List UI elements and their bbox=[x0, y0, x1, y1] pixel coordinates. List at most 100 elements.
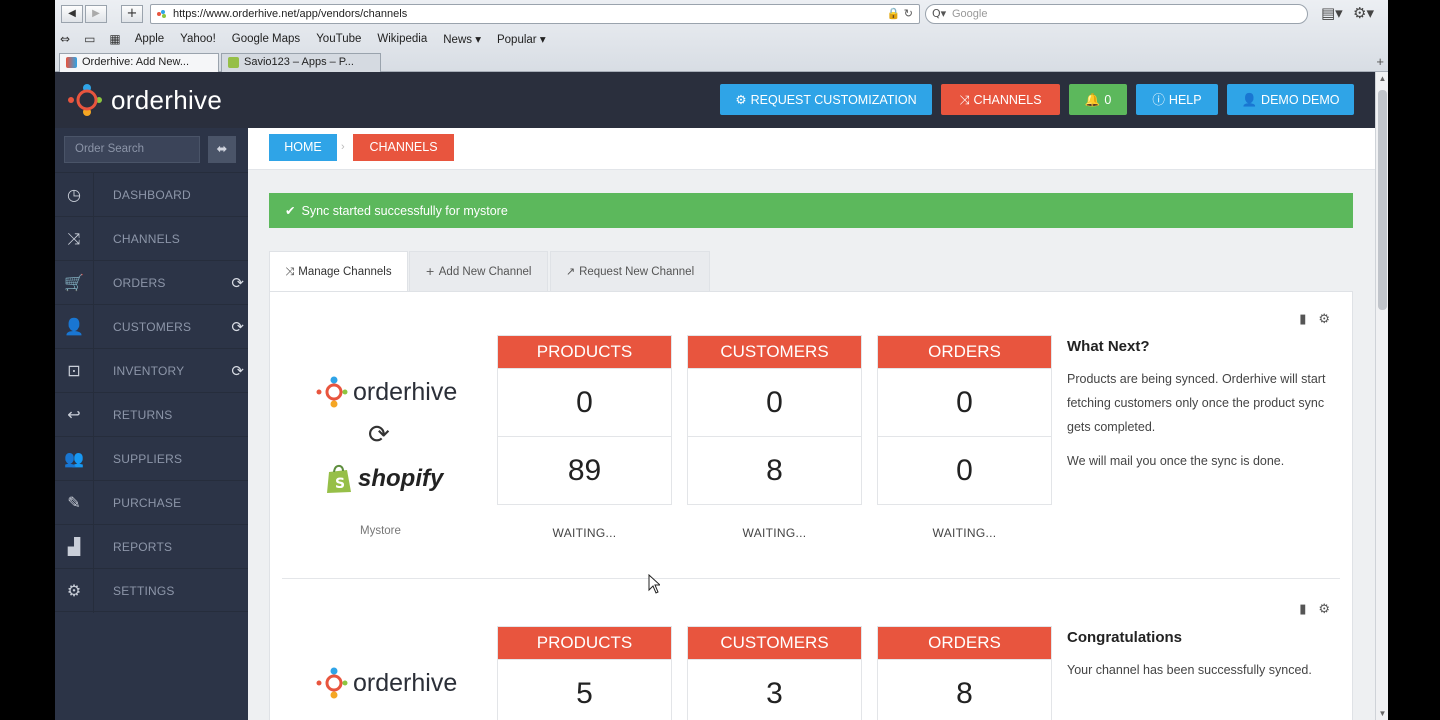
shuffle-icon: ⤨ bbox=[285, 265, 295, 278]
scrollbar-thumb[interactable] bbox=[1378, 90, 1387, 310]
customers-stat: CUSTOMERS 0 8 bbox=[687, 335, 862, 505]
stat-header: PRODUCTS bbox=[498, 336, 671, 368]
delete-icon[interactable]: ▮ bbox=[1299, 312, 1318, 327]
address-url: https://www.orderhive.net/app/vendors/ch… bbox=[173, 8, 408, 20]
book-icon[interactable]: ▭ bbox=[84, 32, 95, 46]
request-customization-button[interactable]: ⚙ REQUEST CUSTOMIZATION bbox=[720, 84, 932, 115]
settings-menu-icon[interactable]: ⚙▾ bbox=[1353, 4, 1374, 22]
bar-chart-icon: ▟ bbox=[67, 537, 81, 556]
breadcrumb-home[interactable]: HOME bbox=[269, 134, 337, 161]
gear-icon: ⚙ bbox=[66, 581, 82, 600]
notifications-count: 0 bbox=[1104, 93, 1112, 107]
delete-icon[interactable]: ▮ bbox=[1299, 602, 1318, 617]
stat-header: CUSTOMERS bbox=[688, 627, 861, 659]
sidebar-item-label: CHANNELS bbox=[113, 232, 180, 246]
stat-value: 5 bbox=[498, 659, 671, 720]
gear-icon[interactable]: ⚙ bbox=[1318, 312, 1342, 327]
user-menu-button[interactable]: 👤 DEMO DEMO bbox=[1227, 84, 1354, 115]
channel-card: ▮⚙ orderhive ⟳ S shopify Mystore PRODUCT… bbox=[270, 292, 1354, 579]
sidebar-item-inventory[interactable]: ⊡ INVENTORY ⟳ bbox=[55, 348, 248, 393]
bookmark-popular[interactable]: Popular ▾ bbox=[497, 32, 546, 46]
forward-button[interactable]: ▶ bbox=[85, 5, 107, 23]
products-stat: PRODUCTS 5 bbox=[497, 626, 672, 720]
sidebar-item-label: SUPPLIERS bbox=[113, 452, 183, 466]
sidebar-item-dashboard[interactable]: ◷ DASHBOARD bbox=[55, 172, 248, 217]
sidebar-item-channels[interactable]: ⤨ CHANNELS bbox=[55, 216, 248, 261]
stat-header: PRODUCTS bbox=[498, 627, 671, 659]
sidebar-item-purchase[interactable]: ✎ PURCHASE bbox=[55, 480, 248, 525]
sidebar-item-reports[interactable]: ▟ REPORTS bbox=[55, 524, 248, 569]
app-brand-name: orderhive bbox=[111, 84, 223, 115]
success-alert: ✔ Sync started successfully for mystore bbox=[269, 193, 1353, 228]
sidebar-item-settings[interactable]: ⚙ SETTINGS bbox=[55, 568, 248, 613]
channel-brand: orderhive bbox=[353, 668, 458, 697]
bookmark-yahoo[interactable]: Yahoo! bbox=[180, 33, 216, 45]
tab-overflow-icon[interactable]: + bbox=[1376, 54, 1384, 69]
browser-search-input[interactable]: Q▾ Google bbox=[925, 4, 1308, 24]
bookmark-google-maps[interactable]: Google Maps bbox=[232, 33, 300, 45]
sidebar-item-customers[interactable]: 👤 CUSTOMERS ⟳ bbox=[55, 304, 248, 349]
info-title: Congratulations bbox=[1067, 629, 1182, 646]
stat-value: 8 bbox=[688, 436, 861, 504]
sidebar-item-label: ORDERS bbox=[113, 276, 166, 290]
shopify-logo: S shopify bbox=[326, 464, 443, 494]
browser-tab-shopify[interactable]: Savio123 – Apps – P... bbox=[221, 53, 381, 72]
scroll-down-icon[interactable]: ▼ bbox=[1376, 709, 1388, 718]
sidebar-item-suppliers[interactable]: 👥 SUPPLIERS bbox=[55, 436, 248, 481]
bookmark-youtube[interactable]: YouTube bbox=[316, 33, 361, 45]
page-scrollbar[interactable]: ▲ ▼ bbox=[1375, 72, 1388, 720]
back-button[interactable]: ◀ bbox=[61, 5, 83, 23]
alert-message: Sync started successfully for mystore bbox=[301, 204, 508, 218]
tab-manage-channels[interactable]: ⤨ Manage Channels bbox=[269, 251, 408, 293]
bell-icon: 🔔 bbox=[1084, 92, 1101, 107]
channel-tools: ▮⚙ bbox=[1299, 602, 1342, 617]
reader-icon[interactable]: ⇔ bbox=[60, 32, 70, 46]
help-button[interactable]: ⓘ HELP bbox=[1136, 84, 1218, 115]
dashboard-icon: ◷ bbox=[67, 185, 81, 204]
tab-label: Add New Channel bbox=[438, 266, 532, 278]
tab-label: Manage Channels bbox=[298, 266, 392, 278]
stat-value: 0 bbox=[688, 368, 861, 436]
page-menu-icon[interactable]: ▤▾ bbox=[1321, 4, 1343, 22]
sync-icon: ⟳ bbox=[231, 318, 244, 336]
what-next-box: What Next? Products are being synced. Or… bbox=[1067, 338, 1332, 483]
orderhive-logo: orderhive bbox=[315, 375, 457, 409]
help-label: HELP bbox=[1168, 93, 1202, 107]
order-search-input[interactable]: Order Search bbox=[64, 136, 200, 163]
gear-icon[interactable]: ⚙ bbox=[1318, 602, 1342, 617]
user-icon: 👤 bbox=[1241, 92, 1258, 107]
sidebar-item-orders[interactable]: 🛒 ORDERS ⟳ bbox=[55, 260, 248, 305]
browser-toolbar: ◀ ▶ + https://www.orderhive.net/app/vend… bbox=[55, 0, 1388, 72]
shopify-bag-icon: S bbox=[327, 464, 351, 493]
sidebar-item-label: INVENTORY bbox=[113, 364, 185, 378]
cart-icon: 🛒 bbox=[64, 273, 84, 292]
channels-button[interactable]: ⤨ CHANNELS bbox=[941, 84, 1060, 115]
app-logo[interactable]: orderhive bbox=[65, 82, 222, 118]
orderhive-favicon-icon bbox=[66, 57, 77, 68]
reload-icon[interactable]: 🔒 ↻ bbox=[887, 5, 913, 23]
browser-tab-orderhive[interactable]: Orderhive: Add New... bbox=[59, 53, 219, 72]
sidebar-item-returns[interactable]: ↩ RETURNS bbox=[55, 392, 248, 437]
inventory-icon: ⊡ bbox=[67, 361, 81, 380]
sync-icon: ⟳ bbox=[231, 362, 244, 380]
bookmark-apple[interactable]: Apple bbox=[135, 33, 164, 45]
tab-add-new-channel[interactable]: + Add New Channel bbox=[409, 251, 548, 291]
tab-request-new-channel[interactable]: ↗ Request New Channel bbox=[550, 251, 710, 291]
stat-header: ORDERS bbox=[878, 627, 1051, 659]
grid-icon[interactable]: ▦ bbox=[109, 32, 120, 46]
sidebar-toggle-button[interactable]: ⬌ bbox=[208, 136, 236, 163]
notifications-button[interactable]: 🔔 0 bbox=[1069, 84, 1127, 115]
scroll-up-icon[interactable]: ▲ bbox=[1376, 74, 1388, 83]
plus-icon: + bbox=[425, 265, 435, 278]
stat-value: 0 bbox=[878, 436, 1051, 504]
new-tab-button[interactable]: + bbox=[121, 5, 143, 23]
browser-window: ◀ ▶ + https://www.orderhive.net/app/vend… bbox=[55, 0, 1388, 720]
breadcrumb-current[interactable]: CHANNELS bbox=[353, 134, 454, 161]
bookmark-wikipedia[interactable]: Wikipedia bbox=[377, 33, 427, 45]
sidebar-item-label: PURCHASE bbox=[113, 496, 182, 510]
edit-icon: ✎ bbox=[67, 493, 81, 512]
address-bar[interactable]: https://www.orderhive.net/app/vendors/ch… bbox=[150, 4, 920, 24]
stat-value: 3 bbox=[688, 659, 861, 720]
store-name: Mystore bbox=[360, 525, 401, 537]
bookmark-news[interactable]: News ▾ bbox=[443, 32, 481, 46]
